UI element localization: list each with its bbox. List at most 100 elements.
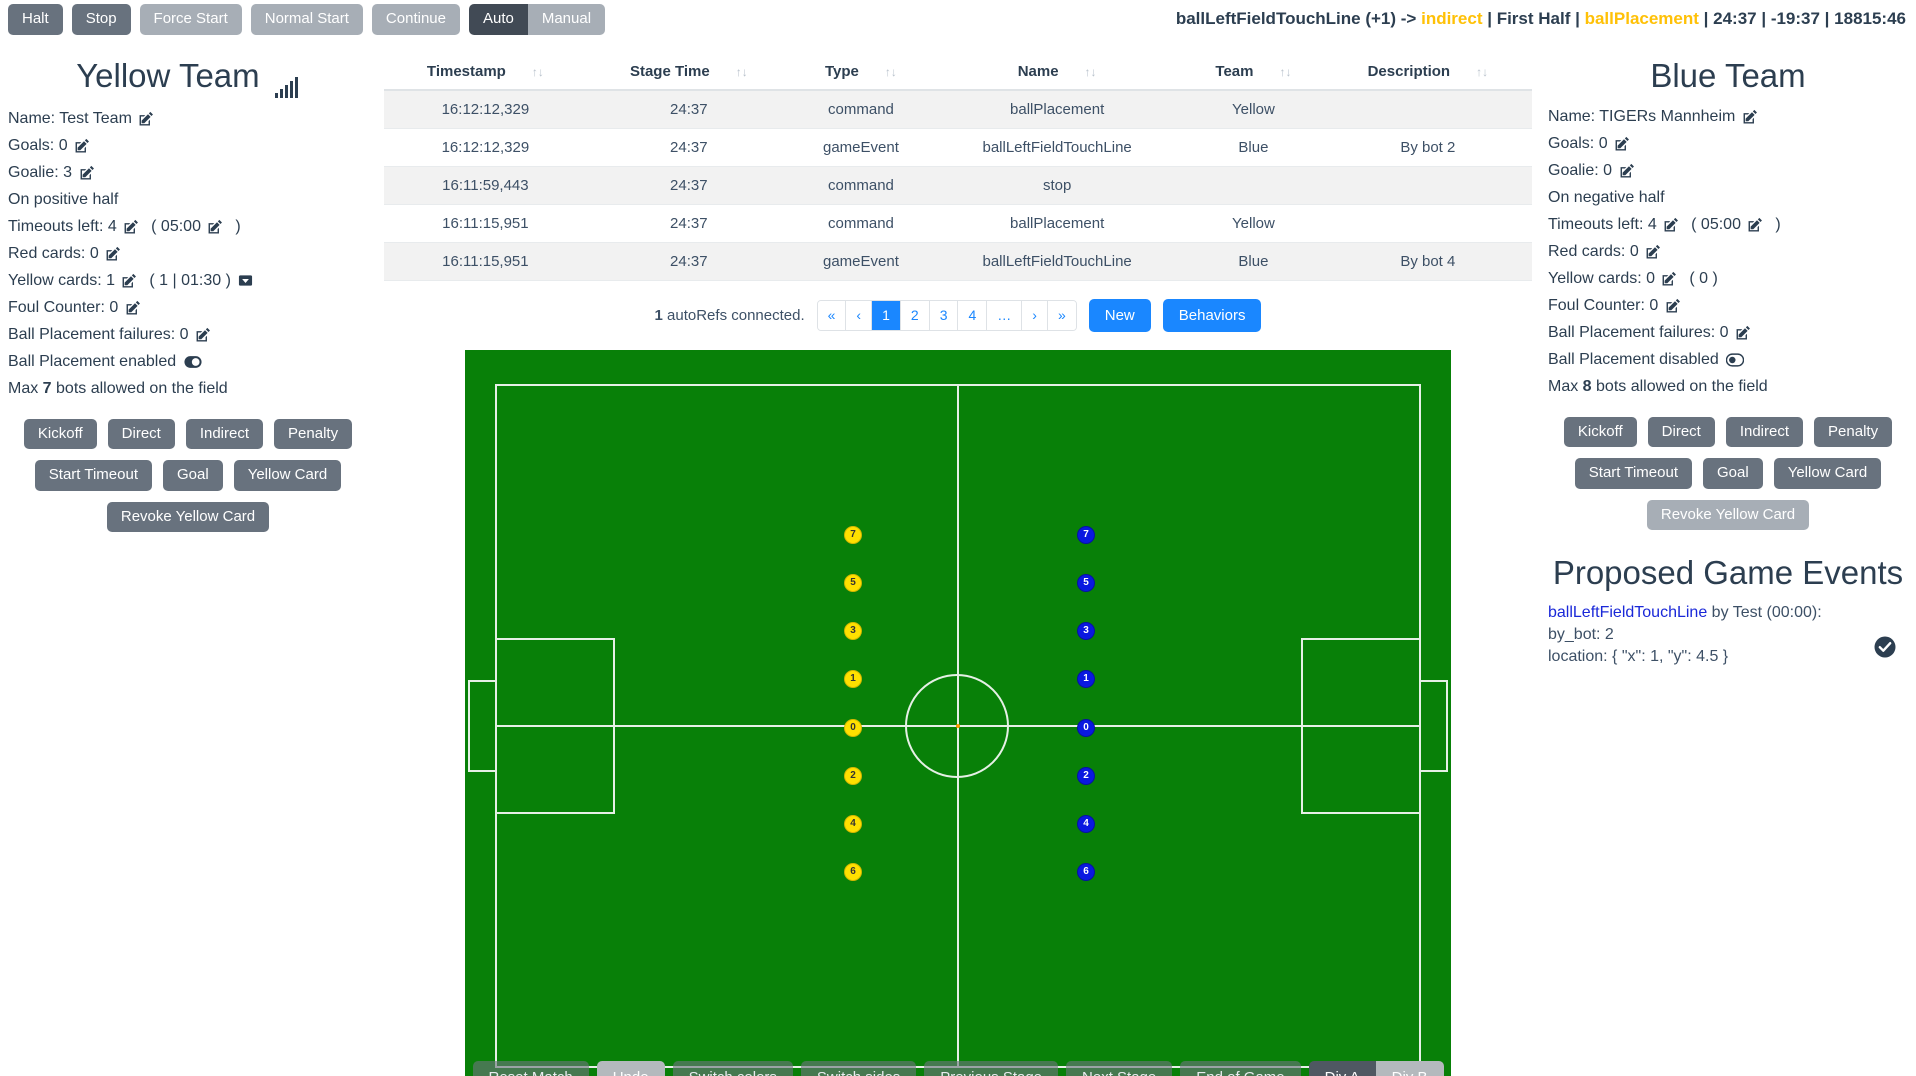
yellow-robot[interactable]: 3 [844, 622, 862, 640]
col-timestamp[interactable]: Timestamp ↑↓ [384, 54, 587, 91]
mode-manual-button[interactable]: Manual [527, 4, 606, 35]
blue-robot[interactable]: 3 [1077, 622, 1095, 640]
sort-icon[interactable]: ↑↓ [1085, 65, 1097, 79]
yellow-robot[interactable]: 0 [844, 719, 862, 737]
edit-icon[interactable] [75, 138, 90, 153]
edit-icon[interactable] [208, 219, 223, 234]
blue-revoke-yellow-card-button[interactable]: Revoke Yellow Card [1646, 499, 1810, 531]
col-type[interactable]: Type ↑↓ [790, 54, 932, 91]
edit-icon[interactable] [1662, 271, 1677, 286]
yellow-kickoff-button[interactable]: Kickoff [23, 418, 97, 450]
col-stage-time[interactable]: Stage Time ↑↓ [586, 54, 791, 91]
col-description[interactable]: Description ↑↓ [1323, 54, 1532, 91]
blue-robot[interactable]: 1 [1077, 670, 1095, 688]
blue-robot[interactable]: 7 [1077, 526, 1095, 544]
sort-icon[interactable]: ↑↓ [885, 65, 897, 79]
switch-colors-button[interactable]: Switch colors [672, 1061, 793, 1076]
col-team[interactable]: Team ↑↓ [1183, 54, 1324, 91]
table-row[interactable]: 16:11:15,951 24:37 gameEvent ballLeftFieldT… [384, 242, 1532, 281]
edit-icon[interactable] [106, 246, 121, 261]
table-row[interactable]: 16:11:15,951 24:37 command ballPlacement Yel… [384, 204, 1532, 243]
normal-start-button[interactable]: Normal Start [250, 4, 363, 35]
yellow-start-timeout-button[interactable]: Start Timeout [34, 460, 152, 491]
edit-icon[interactable] [122, 273, 137, 288]
page-4-button[interactable]: 4 [958, 301, 988, 330]
yellow-penalty-button[interactable]: Penalty [274, 418, 353, 450]
page-last-button[interactable]: » [1047, 301, 1076, 330]
new-button[interactable]: New [1088, 299, 1151, 332]
blue-yellow-card-button[interactable]: Yellow Card [1773, 458, 1882, 489]
next-stage-button[interactable]: Next Stage [1066, 1061, 1173, 1076]
stop-button[interactable]: Stop [71, 4, 131, 35]
blue-goal-button[interactable]: Goal [1703, 458, 1763, 489]
sort-icon[interactable]: ↑↓ [1279, 65, 1291, 79]
edit-icon[interactable] [1646, 244, 1661, 259]
col-name[interactable]: Name ↑↓ [931, 54, 1184, 91]
chevron-down-icon[interactable] [238, 273, 253, 288]
blue-robot[interactable]: 0 [1077, 719, 1095, 737]
continue-button[interactable]: Continue [371, 4, 460, 35]
yellow-robot[interactable]: 1 [844, 670, 862, 688]
yellow-robot[interactable]: 6 [844, 863, 862, 881]
table-row[interactable]: 16:11:59,443 24:37 command stop [384, 166, 1532, 205]
sort-icon[interactable]: ↑↓ [1476, 65, 1488, 79]
blue-robot[interactable]: 4 [1077, 815, 1095, 833]
page-next-button[interactable]: › [1022, 301, 1048, 330]
previous-stage-button[interactable]: Previous Stage [924, 1061, 1059, 1076]
blue-robot[interactable]: 6 [1077, 863, 1095, 881]
blue-kickoff-button[interactable]: Kickoff [1563, 416, 1637, 448]
edit-icon[interactable] [1664, 217, 1679, 232]
yellow-yellow-card-button[interactable]: Yellow Card [233, 460, 342, 491]
halt-button[interactable]: Halt [8, 4, 63, 35]
page-2-button[interactable]: 2 [900, 301, 930, 330]
toggle-on-icon[interactable] [184, 355, 202, 369]
edit-icon[interactable] [126, 300, 141, 315]
switch-sides-button[interactable]: Switch sides [800, 1061, 917, 1076]
page-1-button[interactable]: 1 [872, 301, 901, 330]
force-start-button[interactable]: Force Start [139, 4, 242, 35]
edit-icon[interactable] [1620, 163, 1635, 178]
yellow-indirect-button[interactable]: Indirect [185, 418, 264, 450]
edit-icon[interactable] [80, 165, 95, 180]
table-row[interactable]: 16:12:12,329 24:37 command ballPlacement Yel… [384, 90, 1532, 129]
edit-icon[interactable] [1666, 298, 1681, 313]
edit-icon[interactable] [139, 111, 154, 126]
yellow-goal-button[interactable]: Goal [163, 460, 223, 491]
behaviors-button[interactable]: Behaviors [1162, 299, 1262, 332]
blue-direct-button[interactable]: Direct [1647, 416, 1715, 448]
edit-icon[interactable] [1743, 109, 1758, 124]
yellow-direct-button[interactable]: Direct [107, 418, 175, 450]
yellow-revoke-yellow-card-button[interactable]: Revoke Yellow Card [106, 501, 270, 533]
mode-auto-button[interactable]: Auto [468, 4, 528, 35]
reset-match-button[interactable]: Reset Match [472, 1061, 589, 1076]
edit-icon[interactable] [1736, 325, 1751, 340]
yellow-robot[interactable]: 7 [844, 526, 862, 544]
accept-check-icon[interactable] [1874, 636, 1896, 665]
edit-icon[interactable] [1748, 217, 1763, 232]
page-3-button[interactable]: 3 [929, 301, 959, 330]
edit-icon[interactable] [124, 219, 139, 234]
blue-indirect-button[interactable]: Indirect [1725, 416, 1804, 448]
page-first-button[interactable]: « [817, 301, 847, 330]
sort-icon[interactable]: ↑↓ [532, 65, 544, 79]
yellow-robot[interactable]: 2 [844, 767, 862, 785]
field-visualization[interactable]: 7 5 3 1 0 2 4 6 7 5 3 1 0 2 4 6 Reset Match Undo Switch… [465, 350, 1451, 1076]
page-prev-button[interactable]: ‹ [846, 301, 873, 330]
div-b-button[interactable]: Div B [1375, 1061, 1444, 1076]
yellow-robot[interactable]: 4 [844, 815, 862, 833]
toggle-off-icon[interactable] [1726, 353, 1745, 367]
yellow-robot[interactable]: 5 [844, 574, 862, 592]
edit-icon[interactable] [196, 327, 211, 342]
end-of-game-button[interactable]: End of Game [1180, 1061, 1301, 1076]
blue-start-timeout-button[interactable]: Start Timeout [1574, 458, 1692, 489]
undo-button[interactable]: Undo [596, 1061, 665, 1076]
blue-robot[interactable]: 5 [1077, 574, 1095, 592]
blue-robot[interactable]: 2 [1077, 767, 1095, 785]
div-a-button[interactable]: Div A [1308, 1061, 1376, 1076]
sort-icon[interactable]: ↑↓ [736, 65, 748, 79]
proposed-event-name-link[interactable]: ballLeftFieldTouchLine [1548, 604, 1707, 621]
edit-icon[interactable] [1615, 136, 1630, 151]
table-row[interactable]: 16:12:12,329 24:37 gameEvent ballLeftFieldT… [384, 128, 1532, 167]
events-table-body: 16:12:12,329 24:37 command ballPlacement Yel… [384, 90, 1532, 281]
blue-penalty-button[interactable]: Penalty [1814, 416, 1893, 448]
